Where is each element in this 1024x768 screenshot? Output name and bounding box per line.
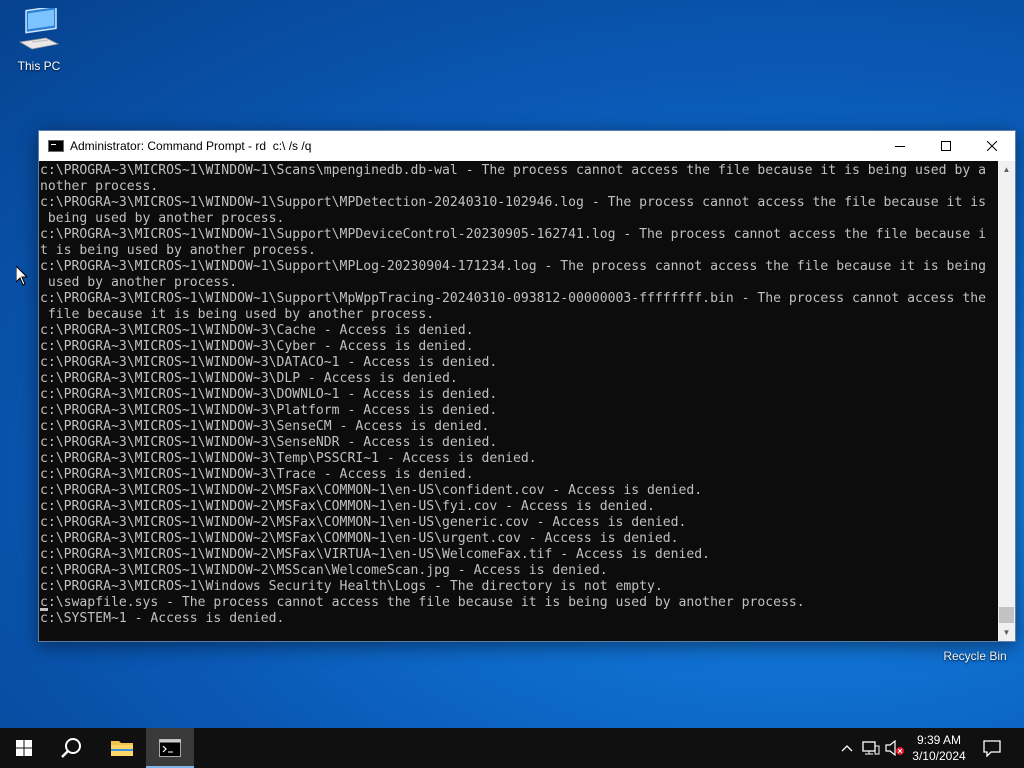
console-line: c:\PROGRA~3\MICROS~1\WINDOW~2\MSFax\COMM… xyxy=(40,483,703,498)
close-icon xyxy=(987,141,997,151)
minimize-button[interactable] xyxy=(877,131,923,161)
console-line: c:\PROGRA~3\MICROS~1\WINDOW~2\MSFax\VIRT… xyxy=(40,547,711,562)
maximize-button[interactable] xyxy=(923,131,969,161)
clock[interactable]: 9:39 AM 3/10/2024 xyxy=(908,732,970,764)
console-line: c:\PROGRA~3\MICROS~1\Windows Security He… xyxy=(40,579,663,594)
console-line: c:\PROGRA~3\MICROS~1\WINDOW~3\Trace - Ac… xyxy=(40,467,474,482)
notification-icon xyxy=(983,740,1001,757)
vertical-scrollbar[interactable]: ▲ ▼ xyxy=(998,161,1015,641)
console-line: c:\PROGRA~3\MICROS~1\WINDOW~3\Cache - Ac… xyxy=(40,323,474,338)
console-line: c:\PROGRA~3\MICROS~1\WINDOW~2\MSScan\Wel… xyxy=(40,563,608,578)
volume-muted-icon xyxy=(885,740,904,756)
console-line: c:\PROGRA~3\MICROS~1\WINDOW~1\Support\Mp… xyxy=(40,291,986,306)
desktop-icon-this-pc[interactable]: This PC xyxy=(4,5,74,73)
command-prompt-window[interactable]: Administrator: Command Prompt - rd c:\ /… xyxy=(38,130,1016,642)
computer-icon xyxy=(18,5,60,50)
desktop-icon-label: This PC xyxy=(17,59,61,73)
console-line: c:\PROGRA~3\MICROS~1\WINDOW~3\DOWNLO~1 -… xyxy=(40,387,498,402)
close-button[interactable] xyxy=(969,131,1015,161)
search-icon xyxy=(61,738,81,758)
command-prompt-icon xyxy=(48,140,64,152)
maximize-icon xyxy=(941,141,951,151)
network-icon xyxy=(862,741,880,755)
console-line: c:\PROGRA~3\MICROS~1\WINDOW~3\Temp\PSSCR… xyxy=(40,451,537,466)
console-line: c:\swapfile.sys - The process cannot acc… xyxy=(40,595,805,610)
show-hidden-icons-button[interactable] xyxy=(838,728,856,768)
chevron-down-icon: ▼ xyxy=(1002,628,1011,637)
console-line: c:\PROGRA~3\MICROS~1\WINDOW~3\Cyber - Ac… xyxy=(40,339,474,354)
file-explorer-button[interactable] xyxy=(98,728,146,768)
network-tray-button[interactable] xyxy=(860,728,882,768)
title-bar[interactable]: Administrator: Command Prompt - rd c:\ /… xyxy=(39,131,1015,161)
console-line: c:\PROGRA~3\MICROS~1\WINDOW~1\Support\MP… xyxy=(40,195,986,210)
console-line: nother process. xyxy=(40,179,159,194)
desktop-icon-label: Recycle Bin xyxy=(943,649,1007,663)
chevron-up-icon: ▲ xyxy=(1002,165,1011,174)
minimize-icon xyxy=(895,146,905,147)
window-title: Administrator: Command Prompt - rd c:\ /… xyxy=(70,139,312,153)
windows-logo-icon xyxy=(16,740,32,756)
console-output[interactable]: c:\PROGRA~3\MICROS~1\WINDOW~1\Scans\mpen… xyxy=(39,161,1000,641)
scrollbar-thumb[interactable] xyxy=(999,607,1014,623)
console-line: c:\PROGRA~3\MICROS~1\WINDOW~3\DATACO~1 -… xyxy=(40,355,498,370)
clock-time: 9:39 AM xyxy=(916,733,962,747)
start-button[interactable] xyxy=(0,728,48,768)
console-line: t is being used by another process. xyxy=(40,243,316,258)
command-prompt-icon xyxy=(159,739,181,757)
console-line: c:\PROGRA~3\MICROS~1\WINDOW~1\Support\MP… xyxy=(40,259,986,274)
console-line: used by another process. xyxy=(40,275,238,290)
console-line: c:\PROGRA~3\MICROS~1\WINDOW~2\MSFax\COMM… xyxy=(40,515,687,530)
action-center-button[interactable] xyxy=(976,728,1008,768)
text-cursor xyxy=(40,608,48,611)
console-line: c:\PROGRA~3\MICROS~1\WINDOW~3\SenseNDR -… xyxy=(40,435,498,450)
clock-date: 3/10/2024 xyxy=(912,749,966,763)
console-line: c:\PROGRA~3\MICROS~1\WINDOW~3\Platform -… xyxy=(40,403,498,418)
console-line: c:\PROGRA~3\MICROS~1\WINDOW~1\Scans\mpen… xyxy=(40,163,986,178)
console-line: c:\PROGRA~3\MICROS~1\WINDOW~3\DLP - Acce… xyxy=(40,371,458,386)
console-line: c:\SYSTEM~1 - Access is denied. xyxy=(40,611,285,626)
console-line: being used by another process. xyxy=(40,211,285,226)
console-line: c:\PROGRA~3\MICROS~1\WINDOW~1\Support\MP… xyxy=(40,227,986,242)
search-button[interactable] xyxy=(48,728,96,768)
console-line: c:\PROGRA~3\MICROS~1\WINDOW~3\SenseCM - … xyxy=(40,419,490,434)
scroll-up-button[interactable]: ▲ xyxy=(998,161,1015,178)
folder-icon xyxy=(111,741,133,756)
mouse-cursor-icon xyxy=(16,266,28,286)
taskbar-command-prompt[interactable] xyxy=(146,728,194,768)
taskbar: 9:39 AM 3/10/2024 xyxy=(0,728,1024,768)
chevron-up-icon xyxy=(841,745,853,752)
console-line: file because it is being used by another… xyxy=(40,307,435,322)
volume-tray-button[interactable] xyxy=(884,728,906,768)
scroll-down-button[interactable]: ▼ xyxy=(998,624,1015,641)
console-line: c:\PROGRA~3\MICROS~1\WINDOW~2\MSFax\COMM… xyxy=(40,499,655,514)
console-line: c:\PROGRA~3\MICROS~1\WINDOW~2\MSFax\COMM… xyxy=(40,531,679,546)
